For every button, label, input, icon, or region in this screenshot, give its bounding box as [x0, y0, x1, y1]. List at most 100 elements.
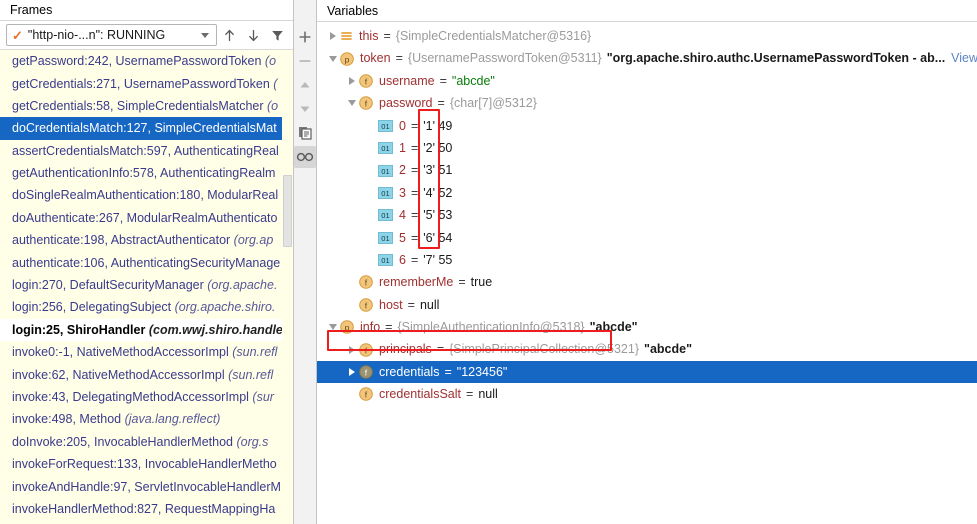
variable-row[interactable]: this = {SimpleCredentialsMatcher@5316}: [317, 25, 977, 47]
variable-row[interactable]: 01 5 = '6' 54: [317, 227, 977, 249]
frame-row[interactable]: doSingleRealmAuthentication:180, Modular…: [0, 184, 293, 207]
variable-value-label: '5' 53: [423, 208, 453, 223]
variable-name-label: 1: [399, 140, 406, 155]
frame-row[interactable]: invoke:498, Method (java.lang.reflect): [0, 408, 293, 431]
frame-row[interactable]: doCredentialsMatch:127, SimpleCredential…: [0, 117, 293, 140]
variable-row[interactable]: f credentials = "123456": [317, 360, 977, 384]
svg-text:01: 01: [381, 256, 389, 265]
svg-text:p: p: [345, 54, 350, 64]
frame-package-label: (sun.refl: [224, 367, 274, 382]
frame-row[interactable]: login:25, ShiroHandler (com.wwj.shiro.ha…: [0, 318, 293, 342]
view-value-link[interactable]: View: [951, 47, 977, 69]
add-watch-button[interactable]: [294, 26, 316, 48]
variable-row[interactable]: 01 6 = '7' 55: [317, 249, 977, 271]
variable-row[interactable]: f credentialsSalt = null: [317, 383, 977, 405]
svg-text:01: 01: [381, 234, 389, 243]
frame-row[interactable]: getAuthenticationInfo:578, Authenticatin…: [0, 162, 293, 185]
frame-method-label: doInvoke:205, InvocableHandlerMethod: [12, 434, 233, 449]
variable-value-label: null: [419, 297, 440, 312]
inspect-button[interactable]: [294, 146, 316, 168]
collapse-arrow-icon[interactable]: [325, 316, 340, 338]
frame-row[interactable]: getPassword:242, UsernamePasswordToken (…: [0, 50, 293, 73]
variable-name-label: credentials: [379, 364, 440, 379]
variable-row[interactable]: f principals = {SimplePrincipalCollection@5…: [317, 338, 977, 360]
glasses-icon: [296, 149, 314, 165]
frame-package-label: (o: [261, 54, 277, 69]
variable-row[interactable]: f username = "abcde": [317, 70, 977, 92]
frames-scrollbar-thumb[interactable]: [283, 175, 292, 248]
variable-name-label: principals: [379, 342, 432, 357]
filter-icon: [271, 30, 283, 41]
array-index-icon: 01: [378, 142, 393, 155]
frames-title-label: Frames: [10, 3, 53, 18]
variable-row[interactable]: 01 2 = '3' 51: [317, 159, 977, 181]
frame-row[interactable]: assertCredentialsMatch:597, Authenticati…: [0, 139, 293, 163]
variable-row[interactable]: 01 4 = '5' 53: [317, 204, 977, 226]
frame-row[interactable]: login:270, DefaultSecurityManager (org.a…: [0, 274, 293, 297]
variable-row[interactable]: f password = {char[7]@5312}: [317, 92, 977, 114]
frame-row[interactable]: getCredentials:271, UsernamePasswordToke…: [0, 72, 293, 95]
copy-value-button[interactable]: [294, 122, 316, 144]
frame-row[interactable]: invokeForRequest:133, InvocableHandlerMe…: [0, 453, 293, 476]
collapse-arrow-icon[interactable]: [325, 48, 340, 70]
thread-selector-combo[interactable]: ✓ "http-nio-...n": RUNNING: [6, 24, 217, 47]
frame-row[interactable]: handleInternal:738, RequestMappingHandle…: [0, 520, 293, 524]
move-up-button[interactable]: [294, 74, 316, 96]
frame-method-label: invokeForRequest:133, InvocableHandlerMe…: [12, 457, 277, 472]
variable-type-label: {SimplePrincipalCollection@5321}: [449, 342, 640, 357]
expand-arrow-icon[interactable]: [344, 361, 359, 383]
frame-package-label: (o: [263, 98, 279, 113]
frame-row[interactable]: invokeHandlerMethod:827, RequestMappingH…: [0, 497, 293, 521]
debugger-window: Frames ✓ "http-nio-...n": RUNNING getPas…: [0, 0, 977, 524]
collapse-arrow-icon[interactable]: [344, 92, 359, 114]
variable-name-label: credentialsSalt: [379, 387, 461, 402]
frame-row[interactable]: getCredentials:58, SimpleCredentialsMatc…: [0, 94, 293, 118]
move-down-button[interactable]: [294, 98, 316, 120]
frame-row[interactable]: authenticate:106, AuthenticatingSecurity…: [0, 251, 293, 275]
variable-equals-sign: =: [410, 208, 419, 223]
frame-method-label: login:25, ShiroHandler: [12, 322, 146, 337]
variable-equals-sign: =: [383, 29, 391, 43]
frame-row[interactable]: doAuthenticate:267, ModularRealmAuthenti…: [0, 206, 293, 230]
variable-name-label: password: [379, 96, 433, 111]
copy-icon: [297, 125, 313, 141]
variable-row[interactable]: 01 0 = '1' 49: [317, 115, 977, 137]
expand-arrow-icon[interactable]: [344, 70, 359, 92]
variable-value-label: null: [478, 387, 498, 402]
frame-row[interactable]: invoke:62, NativeMethodAccessorImpl (sun…: [0, 363, 293, 386]
frames-scrollbar[interactable]: [282, 50, 293, 524]
variable-value-label: "abcde": [589, 320, 638, 335]
variable-equals-sign: =: [410, 163, 419, 178]
frames-filter-button[interactable]: [265, 23, 289, 47]
frame-row[interactable]: login:256, DelegatingSubject (org.apache…: [0, 296, 293, 319]
variable-equals-sign: =: [410, 140, 419, 155]
variable-type-label: {UsernamePasswordToken@5311}: [407, 51, 602, 66]
frames-down-button[interactable]: [241, 23, 265, 47]
field-icon: f: [359, 96, 373, 111]
variable-row[interactable]: f rememberMe = true: [317, 271, 977, 293]
frame-row[interactable]: invoke:43, DelegatingMethodAccessorImpl …: [0, 385, 293, 409]
frame-row[interactable]: doInvoke:205, InvocableHandlerMethod (or…: [0, 430, 293, 454]
array-index-icon: 01: [378, 186, 393, 199]
frames-up-button[interactable]: [217, 23, 241, 47]
expand-arrow-icon[interactable]: [344, 339, 359, 361]
remove-watch-button[interactable]: [294, 50, 316, 72]
frame-row[interactable]: invokeAndHandle:97, ServletInvocableHand…: [0, 475, 293, 498]
frame-method-label: authenticate:106, AuthenticatingSecurity…: [12, 255, 281, 270]
frame-package-label: (org.apache.shiro.: [171, 300, 276, 315]
variable-row[interactable]: f host = null: [317, 294, 977, 316]
frame-method-label: assertCredentialsMatch:597, Authenticati…: [12, 143, 279, 158]
variable-row[interactable]: 01 3 = '4' 52: [317, 182, 977, 204]
variable-row[interactable]: p info = {SimpleAuthenticationInfo@5318} "ab…: [317, 316, 977, 338]
frame-row[interactable]: authenticate:198, AbstractAuthenticator …: [0, 229, 293, 252]
variable-row[interactable]: p token = {UsernamePasswordToken@5311} "org.…: [317, 47, 977, 69]
variable-type-label: {char[7]@5312}: [449, 96, 537, 111]
array-index-icon: 01: [378, 119, 393, 132]
variable-row[interactable]: 01 1 = '2' 50: [317, 137, 977, 159]
expand-arrow-icon[interactable]: [325, 25, 340, 47]
frame-row[interactable]: invoke0:-1, NativeMethodAccessorImpl (su…: [0, 341, 293, 364]
svg-text:p: p: [345, 323, 350, 333]
frame-method-label: login:270, DefaultSecurityManager: [12, 278, 204, 293]
